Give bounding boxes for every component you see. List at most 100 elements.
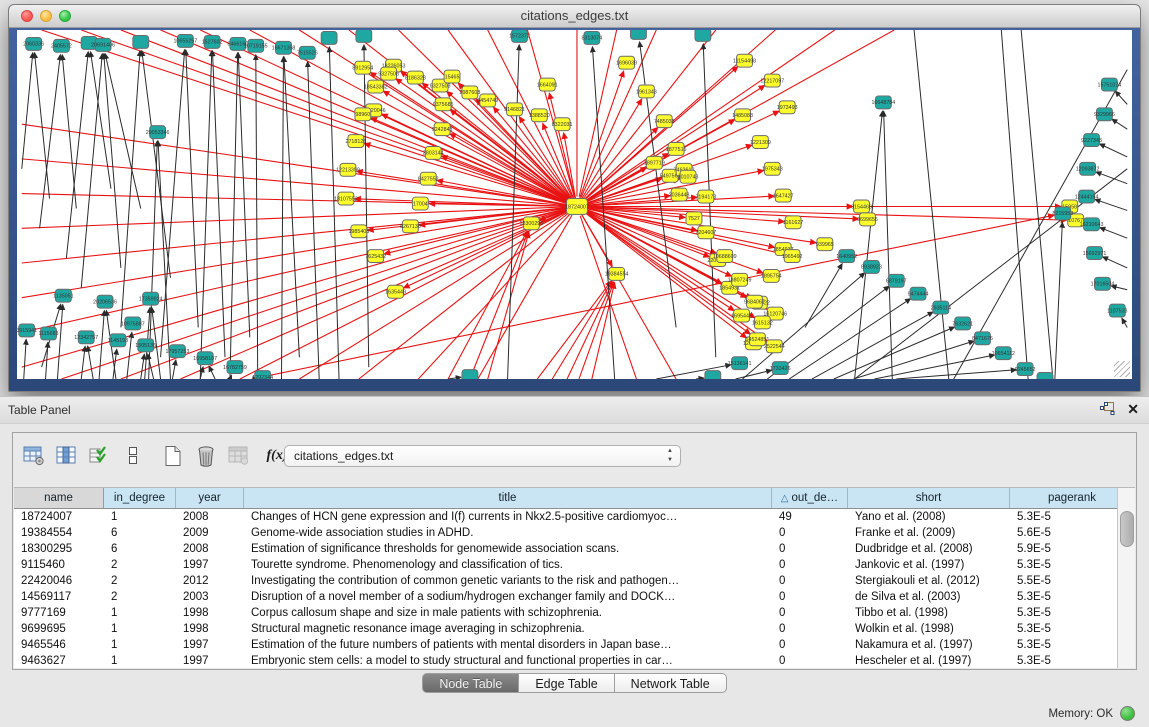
graph-edge[interactable] — [1055, 222, 1063, 379]
table-cell[interactable]: 5.3E-5 — [1010, 621, 1118, 637]
graph-node[interactable] — [133, 35, 149, 48]
column-header-name[interactable]: name — [14, 488, 104, 508]
table-cell[interactable]: 9777169 — [14, 605, 104, 621]
graph-edge[interactable] — [1096, 172, 1127, 184]
table-row[interactable]: 977716911998Corpus callosum shape and si… — [14, 605, 1118, 621]
table-options-icon[interactable] — [22, 444, 46, 468]
table-cell[interactable]: 1 — [104, 605, 176, 621]
table-cell[interactable]: 1997 — [176, 653, 244, 668]
graph-edge[interactable] — [24, 339, 26, 379]
table-cell[interactable]: Jankovic et al. (1997) — [848, 557, 1010, 573]
table-cell[interactable]: 1997 — [176, 637, 244, 653]
graph-edge[interactable] — [854, 341, 974, 379]
graph-edge[interactable] — [66, 52, 88, 258]
graph-node[interactable] — [705, 371, 721, 379]
graph-edge[interactable] — [450, 134, 577, 207]
scrollbar-thumb[interactable] — [1120, 511, 1134, 547]
graph-edge[interactable] — [238, 53, 250, 338]
table-cell[interactable]: Tourette syndrome. Phenomenology and cla… — [244, 557, 772, 573]
tab-network-table[interactable]: Network Table — [615, 673, 727, 693]
graph-node[interactable] — [462, 370, 478, 379]
graph-edge[interactable] — [448, 231, 527, 379]
graph-edge[interactable] — [186, 50, 198, 328]
table-row[interactable]: 946554611997Estimation of the future num… — [14, 637, 1118, 653]
graph-edge[interactable] — [1103, 257, 1128, 268]
rows-icon[interactable] — [121, 444, 145, 468]
graph-edge[interactable] — [284, 57, 299, 357]
table-row[interactable]: 1830029562008Estimation of significance … — [14, 541, 1118, 557]
graph-edge[interactable] — [22, 159, 567, 206]
table-cell[interactable]: 9699695 — [14, 621, 104, 637]
table-cell[interactable]: Yano et al. (2008) — [848, 509, 1010, 525]
table-cell[interactable]: 2 — [104, 557, 176, 573]
table-row[interactable]: 2242004622012Investigating the contribut… — [14, 573, 1118, 589]
graph-edge[interactable] — [1100, 228, 1127, 239]
table-cell[interactable]: 5.3E-5 — [1010, 653, 1118, 668]
graph-node[interactable] — [695, 30, 711, 41]
table-cell[interactable]: 1 — [104, 621, 176, 637]
float-panel-icon[interactable] — [1100, 402, 1115, 416]
graph-edge[interactable] — [172, 360, 175, 379]
table-cell[interactable]: Corpus callosum shape and size in male p… — [244, 605, 772, 621]
graph-edge[interactable] — [121, 51, 140, 328]
graph-edge[interactable] — [141, 354, 145, 379]
table-cell[interactable]: 1 — [104, 637, 176, 653]
table-cell[interactable]: Tibbo et al. (1998) — [848, 605, 1010, 621]
table-cell[interactable]: 0 — [772, 525, 848, 541]
graph-edge[interactable] — [22, 209, 568, 367]
graph-edge[interactable] — [577, 206, 750, 334]
graph-edge[interactable] — [35, 53, 50, 199]
table-cell[interactable]: 0 — [772, 605, 848, 621]
table-cell[interactable]: Wolkin et al. (1998) — [848, 621, 1010, 637]
table-select-dropdown[interactable]: citations_edges.txt ▲▼ — [284, 445, 681, 467]
graph-edge[interactable] — [1001, 30, 1028, 379]
graph-edge[interactable] — [88, 346, 93, 379]
graph-edge[interactable] — [1112, 119, 1127, 129]
table-cell[interactable]: 5.3E-5 — [1010, 605, 1118, 621]
graph-node[interactable] — [1037, 373, 1053, 379]
graph-edge[interactable] — [81, 30, 567, 203]
graph-edge[interactable] — [1115, 91, 1127, 104]
table-cell[interactable]: 19384554 — [14, 525, 104, 541]
delete-trash-icon[interactable] — [194, 444, 218, 468]
graph-edge[interactable] — [230, 53, 238, 379]
table-cell[interactable]: 0 — [772, 557, 848, 573]
table-cell[interactable]: Estimation of the future numbers of pati… — [244, 637, 772, 653]
new-document-icon[interactable] — [161, 444, 185, 468]
table-cell[interactable]: 18300295 — [14, 541, 104, 557]
graph-edge[interactable] — [805, 264, 842, 328]
table-cell[interactable]: 9115460 — [14, 557, 104, 573]
table-cell[interactable]: Genome-wide association studies in ADHD. — [244, 525, 772, 541]
graph-edge[interactable] — [914, 30, 949, 379]
graph-edge[interactable] — [256, 55, 258, 379]
table-cell[interactable]: 2003 — [176, 589, 244, 605]
graph-edge[interactable] — [161, 50, 185, 357]
table-cell[interactable]: 9463627 — [14, 653, 104, 668]
graph-edge[interactable] — [329, 47, 339, 379]
graph-edge[interactable] — [448, 377, 461, 379]
canvas-resize-grip[interactable] — [1114, 361, 1130, 377]
table-cell[interactable]: Hescheler et al. (1997) — [848, 653, 1010, 668]
graph-edge[interactable] — [61, 210, 567, 379]
table-cell[interactable]: 49 — [772, 509, 848, 525]
graph-node[interactable] — [321, 31, 337, 44]
table-row[interactable]: 1938455462009Genome-wide association stu… — [14, 525, 1118, 541]
graph-edge[interactable] — [508, 45, 520, 379]
table-cell[interactable]: 1998 — [176, 605, 244, 621]
graph-edge[interactable] — [696, 378, 704, 379]
table-cell[interactable]: 2009 — [176, 525, 244, 541]
table-cell[interactable]: 5.6E-5 — [1010, 525, 1118, 541]
graph-edge[interactable] — [812, 312, 933, 379]
table-row[interactable]: 946362711997Embryonic stem cells: a mode… — [14, 653, 1118, 668]
table-cell[interactable]: 5.3E-5 — [1010, 557, 1118, 573]
table-cell[interactable]: 9465546 — [14, 637, 104, 653]
table-cell[interactable]: 1 — [104, 509, 176, 525]
table-cell[interactable]: 0 — [772, 541, 848, 557]
table-cell[interactable]: 0 — [772, 637, 848, 653]
graph-edge[interactable] — [308, 62, 320, 379]
graph-edge[interactable] — [585, 30, 835, 201]
network-canvas-svg[interactable]: 1872400789129541822605393275061854338281… — [17, 30, 1132, 379]
table-cell[interactable]: 5.3E-5 — [1010, 637, 1118, 653]
table-cell[interactable]: 18724007 — [14, 509, 104, 525]
tab-edge-table[interactable]: Edge Table — [519, 673, 614, 693]
